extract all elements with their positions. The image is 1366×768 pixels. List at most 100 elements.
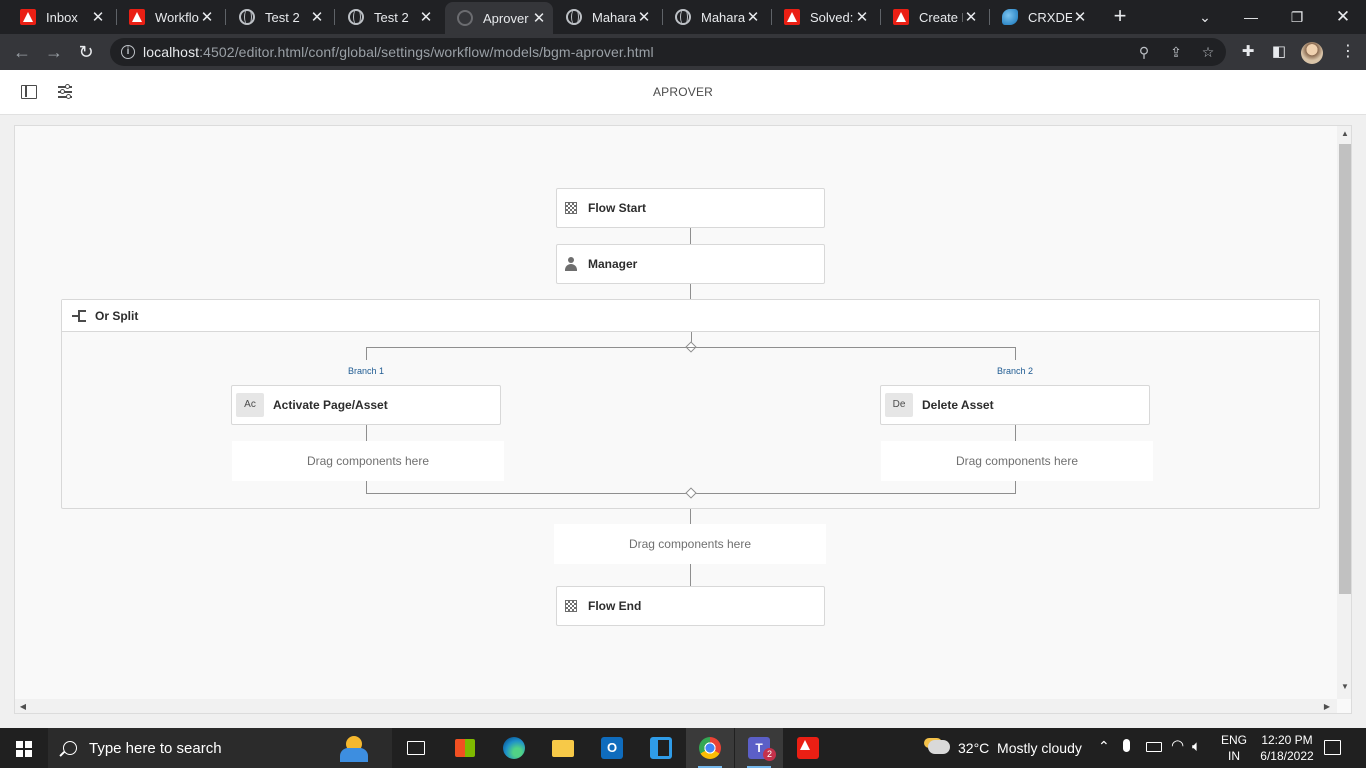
workflow-canvas: Flow Start Manager Or Split Branch 1 Bra… [14,125,1352,714]
vertical-scrollbar[interactable]: ▲ ▼ [1337,126,1351,699]
show-hidden-icons-chevron-icon[interactable]: ⌃ [1098,738,1110,755]
bookmark-star-icon[interactable]: ☆ [1196,38,1220,66]
tab-test2-b[interactable]: Test 2 ✕ [328,0,444,34]
tab-search-chevron-icon[interactable]: ⌄ [1182,0,1228,34]
activate-page-asset-step[interactable]: Ac Activate Page/Asset [231,385,501,425]
close-icon[interactable]: ✕ [531,9,547,27]
teams-icon[interactable]: T 2 [735,728,783,768]
chrome-icon[interactable] [686,728,734,768]
share-icon[interactable]: ⇪ [1164,38,1188,66]
tab-aprover[interactable]: Aprover ✕ [445,2,553,34]
scroll-left-icon[interactable]: ◀ [15,699,31,713]
back-icon[interactable]: ← [8,38,36,66]
horizontal-scrollbar[interactable]: ◀ ▶ [15,699,1337,713]
restore-icon[interactable]: ❐ [1274,0,1320,34]
reload-icon[interactable]: ↻ [72,38,100,66]
clock[interactable]: 12:20 PM 6/18/2022 [1252,732,1322,764]
outlook-icon[interactable]: O [588,728,636,768]
flow-end-step[interactable]: Flow End [556,586,825,626]
clock-time: 12:20 PM [1261,733,1313,747]
main-dropzone[interactable]: Drag components here [554,524,826,564]
avatar[interactable] [1301,42,1323,64]
side-panel-icon[interactable]: ◧ [1265,38,1293,66]
branch-connector-line [366,347,1016,348]
weather-text[interactable]: 32°C Mostly cloudy [958,740,1082,756]
address-bar[interactable]: i localhost:4502/editor.html/conf/global… [110,38,1226,66]
tab-workflow[interactable]: Workflo ✕ [109,0,225,34]
step-title: Flow End [588,599,642,613]
loading-spinner-icon [457,10,473,26]
volume-icon[interactable]: 🔈︎ [1192,738,1201,755]
globe-icon [566,9,582,25]
branch-1-dropzone[interactable]: Drag components here [232,441,504,481]
scroll-down-icon[interactable]: ▼ [1337,679,1351,695]
adobe-icon [129,9,145,25]
browser-tab-strip: Inbox ✕ Workflo ✕ Test 2 ✕ Test 2 ✕ Apro… [0,0,1366,34]
tab-maharashtra-b[interactable]: Maharas ✕ [655,0,771,34]
minimize-icon[interactable]: — [1228,0,1274,34]
step-abbreviation-badge: De [885,393,913,417]
connector-line [366,347,367,360]
taskbar-search-box[interactable]: Type here to search [48,728,392,768]
close-icon[interactable]: ✕ [309,8,325,26]
site-info-icon[interactable]: i [121,45,135,59]
crxde-icon [1002,9,1018,25]
or-split-container[interactable]: Or Split Branch 1 Branch 2 Ac Activate P… [61,299,1320,509]
scroll-up-icon[interactable]: ▲ [1337,126,1351,142]
tab-label: Maharas [701,9,745,25]
vscode-icon[interactable] [637,728,685,768]
or-split-header[interactable]: Or Split [62,300,1319,332]
vertical-scrollbar-thumb[interactable] [1339,144,1351,594]
window-close-icon[interactable]: ✕ [1320,0,1366,34]
microphone-icon[interactable] [1123,739,1130,752]
new-tab-icon[interactable]: + [1108,5,1132,29]
globe-icon [348,9,364,25]
scroll-right-icon[interactable]: ▶ [1319,699,1335,713]
tab-create[interactable]: Create P ✕ [873,0,989,34]
globe-icon [675,9,691,25]
connector-line [366,425,367,441]
close-icon[interactable]: ✕ [963,8,979,26]
delete-asset-step[interactable]: De Delete Asset [880,385,1150,425]
tab-label: Aprover [483,10,529,26]
edge-icon[interactable] [490,728,538,768]
wifi-icon[interactable]: ◠ [1171,736,1184,754]
extensions-icon[interactable]: ✚ [1234,38,1262,66]
microsoft-store-icon[interactable] [441,728,489,768]
step-title: Flow Start [588,201,647,215]
tab-label: Inbox [46,9,78,25]
tab-maharashtra-a[interactable]: Maharas ✕ [546,0,662,34]
tab-label: Solved: I [810,9,854,25]
close-icon[interactable]: ✕ [854,8,870,26]
tab-crxde[interactable]: CRXDE L ✕ [982,0,1098,34]
tab-label: Workflo [155,9,199,25]
close-icon[interactable]: ✕ [199,8,215,26]
close-icon[interactable]: ✕ [90,8,106,26]
language-indicator[interactable]: ENG IN [1218,732,1250,764]
close-icon[interactable]: ✕ [1072,8,1088,26]
forward-icon[interactable]: → [40,38,68,66]
page-title: APROVER [652,85,714,99]
user-icon [564,257,578,271]
task-view-icon[interactable] [392,728,440,768]
tab-test2-a[interactable]: Test 2 ✕ [219,0,335,34]
close-icon[interactable]: ✕ [636,8,652,26]
step-title: Activate Page/Asset [273,398,388,412]
search-icon [63,741,77,755]
adobe-icon [20,9,36,25]
manager-step[interactable]: Manager [556,244,825,284]
zoom-icon[interactable]: ⚲ [1132,38,1156,66]
notifications-icon[interactable] [1324,740,1341,755]
close-icon[interactable]: ✕ [745,8,761,26]
tab-inbox[interactable]: Inbox ✕ [0,0,116,34]
adobe-app-icon[interactable] [784,728,832,768]
flow-start-step[interactable]: Flow Start [556,188,825,228]
weather-cloud-icon[interactable] [928,740,950,754]
menu-kebab-icon[interactable]: ⋮ [1334,38,1362,66]
windows-start-icon[interactable] [16,741,32,757]
tab-solved[interactable]: Solved: I ✕ [764,0,880,34]
file-explorer-icon[interactable] [539,728,587,768]
close-icon[interactable]: ✕ [418,8,434,26]
battery-icon[interactable] [1146,742,1162,752]
branch-2-dropzone[interactable]: Drag components here [881,441,1153,481]
